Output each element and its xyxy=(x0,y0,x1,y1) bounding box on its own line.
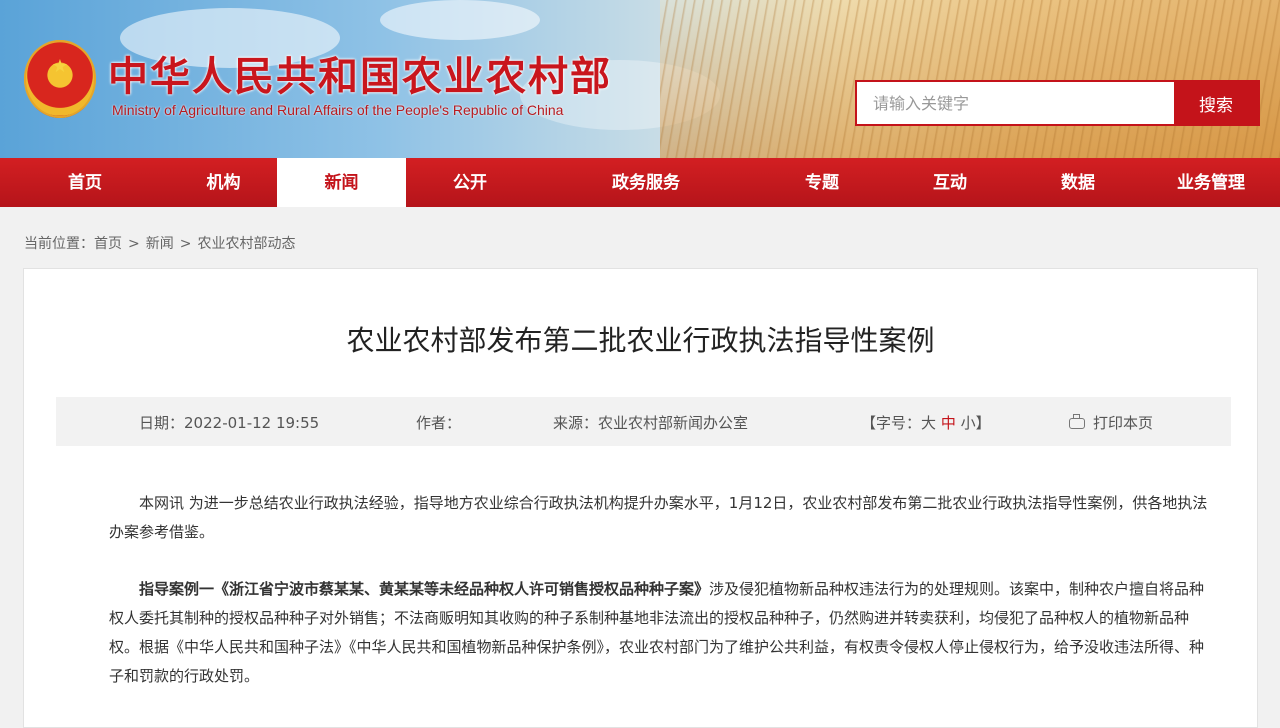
source-value: 农业农村部新闻办公室 xyxy=(598,414,749,432)
breadcrumb-prefix: 当前位置： xyxy=(24,236,94,252)
font-size-small[interactable]: 小 xyxy=(961,414,976,432)
wheat-field-background xyxy=(660,0,1280,158)
article-date: 日期：2022-01-12 19:55 xyxy=(139,412,319,433)
search-input[interactable] xyxy=(857,82,1174,124)
search-box: 搜索 xyxy=(855,80,1260,126)
font-size-large[interactable]: 大 xyxy=(921,414,936,432)
print-label: 打印本页 xyxy=(1093,414,1154,432)
breadcrumb-ministry-updates[interactable]: 农业农村部动态 xyxy=(197,236,295,252)
breadcrumb-news[interactable]: 新闻 xyxy=(146,236,174,252)
nav-item-home[interactable]: 首页 xyxy=(0,158,170,207)
author-label: 作者： xyxy=(416,414,462,432)
main-nav: 首页 机构 新闻 公开 政务服务 专题 互动 数据 业务管理 xyxy=(0,158,1280,207)
nav-item-public[interactable]: 公开 xyxy=(406,158,534,207)
print-page-link[interactable]: 打印本页 xyxy=(1069,412,1153,433)
breadcrumb-separator: > xyxy=(128,236,140,252)
date-label: 日期： xyxy=(139,414,185,432)
source-label: 来源： xyxy=(553,414,599,432)
breadcrumb-home[interactable]: 首页 xyxy=(94,236,122,252)
site-title: 中华人民共和国农业农村部 xyxy=(108,53,612,100)
article-source: 来源：农业农村部新闻办公室 xyxy=(553,412,748,433)
breadcrumb: 当前位置：首页 > 新闻 > 农业农村部动态 xyxy=(24,233,295,253)
site-subtitle: Ministry of Agriculture and Rural Affair… xyxy=(112,102,564,118)
nav-item-data[interactable]: 数据 xyxy=(1014,158,1142,207)
case-title: 指导案例一《浙江省宁波市蔡某某、黄某某等未经品种权人许可销售授权品种种子案》 xyxy=(139,580,710,598)
header-banner: ★ 中华人民共和国农业农村部 Ministry of Agriculture a… xyxy=(0,0,1280,158)
article-title: 农业农村部发布第二批农业行政执法指导性案例 xyxy=(346,324,935,357)
font-size-label: 【字号： xyxy=(861,414,922,432)
printer-icon xyxy=(1069,414,1085,429)
date-value: 2022-01-12 19:55 xyxy=(184,414,320,432)
nav-item-topics[interactable]: 专题 xyxy=(758,158,886,207)
nav-item-organization[interactable]: 机构 xyxy=(170,158,277,207)
search-button[interactable]: 搜索 xyxy=(1174,82,1258,124)
font-size-control: 【字号：大 中 小】 xyxy=(861,412,991,433)
cloud-decoration xyxy=(380,0,540,40)
article-meta-bar: 日期：2022-01-12 19:55 作者： 来源：农业农村部新闻办公室 【字… xyxy=(56,397,1231,446)
font-size-medium[interactable]: 中 xyxy=(941,414,956,432)
font-size-close: 】 xyxy=(975,414,991,432)
nav-item-news[interactable]: 新闻 xyxy=(277,158,406,207)
article-paragraph-2: 指导案例一《浙江省宁波市蔡某某、黄某某等未经品种权人许可销售授权品种种子案》涉及… xyxy=(109,575,1209,691)
national-emblem-logo: ★ xyxy=(24,40,96,118)
article-paragraph-1: 本网讯 为进一步总结农业行政执法经验，指导地方农业综合行政执法机构提升办案水平，… xyxy=(109,494,1208,541)
article-panel: 农业农村部发布第二批农业行政执法指导性案例 日期：2022-01-12 19:5… xyxy=(23,268,1258,728)
breadcrumb-separator: > xyxy=(179,236,192,252)
nav-item-interaction[interactable]: 互动 xyxy=(886,158,1014,207)
nav-item-business-management[interactable]: 业务管理 xyxy=(1142,158,1280,207)
nav-item-government-services[interactable]: 政务服务 xyxy=(534,158,758,207)
